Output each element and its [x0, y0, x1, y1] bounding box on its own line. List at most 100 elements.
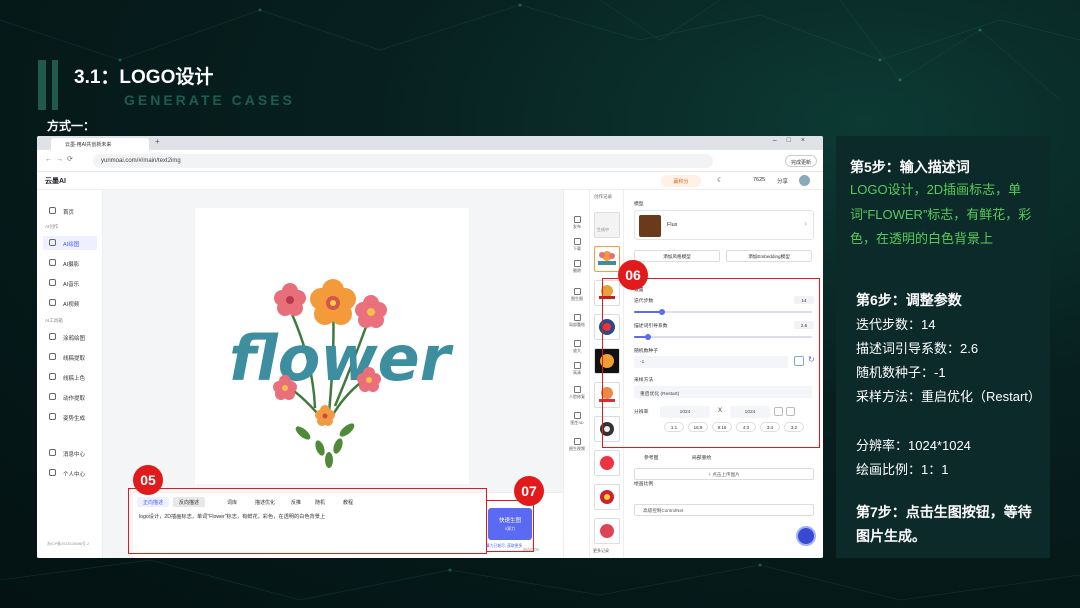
highlight-settings-box [602, 278, 820, 448]
flower-wordmark: flower [229, 322, 454, 395]
share-button[interactable]: 分享 [777, 177, 788, 185]
url-field[interactable]: yunmoai.com/#/main/text2img [93, 154, 713, 168]
app-logo[interactable]: 云墨AI [45, 176, 66, 186]
slide: 3.1：LOGO设计 GENERATE CASES 方式一： 云墨-用AI共创新… [0, 0, 1080, 608]
reference-tab[interactable]: 局部重绘 [692, 454, 711, 461]
sidebar-item-label: 首页 [63, 210, 75, 216]
avatar[interactable] [799, 175, 810, 186]
tool-inpaint[interactable]: 局部重绘 [566, 314, 588, 328]
sidebar-item-label: AI视频 [63, 302, 80, 308]
model-heading: 模型 [634, 202, 644, 207]
logo-thumb-icon [600, 490, 614, 504]
ratio-label: 绘画比例 [634, 482, 654, 487]
sidebar-item-label: 个人中心 [63, 472, 86, 478]
sidebar-item-label: AI音乐 [63, 282, 80, 288]
sidebar-item-lineart[interactable]: 线稿提取 [43, 350, 97, 364]
slide-subtitle: GENERATE CASES [124, 92, 295, 108]
tool-publish[interactable]: 发布 [566, 216, 588, 230]
step6-line: 迭代步数：14 [856, 317, 936, 332]
history-thumb[interactable] [594, 450, 620, 476]
trash-icon [573, 260, 581, 267]
doodle-icon [49, 333, 56, 340]
moon-icon[interactable]: ☾ [717, 176, 723, 184]
tool-label: 图生视频 [569, 446, 585, 451]
vip-badge[interactable]: 赢积分 [661, 175, 701, 187]
tool-img3d[interactable]: 图生3D [566, 412, 588, 426]
step5-title: 第5步：输入描述词 [850, 159, 970, 175]
step5-text: LOGO设计，2D插画标志，单词“FLOWER”标志，有鲜花，彩色，在透明的白色… [850, 182, 1032, 246]
step6-line: 随机数种子：-1 [856, 365, 946, 380]
model-thumb [639, 215, 661, 237]
sidebar-item-ai-drawing[interactable]: AI绘图 [43, 236, 97, 250]
nav-arrows-icon[interactable]: ←→⟳ [45, 155, 77, 163]
sidebar-item-label: 涂鸦绘图 [63, 336, 86, 342]
tool-upscale[interactable]: 放大 [566, 340, 588, 354]
cube-icon [573, 412, 581, 419]
pose-icon [49, 413, 56, 420]
sidebar-item-ai-photo[interactable]: AI摄影 [43, 256, 97, 270]
brush-icon [49, 239, 56, 246]
sidebar-item-pose[interactable]: 姿势生成 [43, 410, 97, 424]
generated-image[interactable]: flower [195, 208, 469, 484]
zoom-icon [573, 340, 581, 347]
sidebar-item-ai-music[interactable]: AI音乐 [43, 276, 97, 290]
sidebar: 首页 AI创作 AI绘图 AI摄影 AI音乐 AI视频 AI工具箱 涂鸦绘图 线… [37, 190, 103, 558]
model-card[interactable]: Flux › [634, 210, 814, 240]
motion-icon [49, 393, 56, 400]
tool-hd[interactable]: 高清 [566, 362, 588, 376]
history-thumb-current[interactable] [594, 246, 620, 272]
tool-img2img[interactable]: 图生图 [566, 288, 588, 302]
tool-delete[interactable]: 删除 [566, 260, 588, 274]
points-count: 7625 [753, 177, 766, 183]
method-label: 方式一： [47, 119, 96, 133]
step6-line: 描述词引导系数：2.6 [856, 341, 979, 356]
paint-bucket-icon [49, 373, 56, 380]
sidebar-item-profile[interactable]: 个人中心 [43, 466, 97, 480]
video-icon [49, 299, 56, 306]
history-thumb[interactable] [594, 484, 620, 510]
history-thumb-pending[interactable]: 生成中 [594, 212, 620, 238]
window-controls[interactable]: –□× [773, 137, 815, 144]
tool-face-fix[interactable]: 人脸修复 [566, 386, 588, 400]
marker-05: 05 [133, 465, 163, 495]
pink-flower-left [274, 283, 306, 316]
sidebar-item-messages[interactable]: 消息中心 [43, 446, 97, 460]
controlnet-button[interactable]: 高级控制ControlNet [634, 504, 814, 516]
add-embedding-button[interactable]: 添加Embedding模型 [726, 250, 812, 262]
update-button[interactable]: 完成更新 [785, 155, 817, 167]
lineart-icon [49, 353, 56, 360]
sidebar-item-ai-video[interactable]: AI视频 [43, 296, 97, 310]
leaves [295, 423, 355, 468]
assistant-icon[interactable] [796, 526, 816, 546]
sidebar-item-doodle[interactable]: 涂鸦绘图 [43, 330, 97, 344]
title-accent-bar-2 [52, 60, 58, 110]
step6-line: 绘画比例：1：1 [856, 462, 949, 477]
sidebar-item-home[interactable]: 首页 [43, 204, 97, 218]
tool-label: 人脸修复 [569, 394, 585, 399]
marker-07: 07 [514, 476, 544, 506]
sidebar-item-label: 线稿上色 [63, 376, 86, 382]
sidebar-item-colorize[interactable]: 线稿上色 [43, 370, 97, 384]
step6-line: 采样方法：重启优化（Restart） [856, 389, 1041, 404]
history-more-link[interactable]: 更多记录 [593, 548, 609, 554]
sidebar-item-motion[interactable]: 动作提取 [43, 390, 97, 404]
chevron-right-icon: › [804, 219, 807, 228]
step6-title: 第6步：调整参数 [856, 292, 962, 308]
tool-label: 图生3D [570, 420, 584, 425]
history-thumb[interactable] [594, 518, 620, 544]
ref-image-tab[interactable]: 参考图 [644, 454, 658, 461]
tool-label: 删除 [573, 268, 581, 273]
sidebar-item-label: 线稿提取 [63, 356, 86, 362]
home-icon [49, 207, 56, 214]
tool-img2video[interactable]: 图生视频 [566, 438, 588, 452]
center-flower [315, 405, 335, 426]
new-tab-icon[interactable]: + [155, 137, 160, 146]
upload-image-button[interactable]: + 点击上传图片 [634, 468, 814, 480]
add-style-model-button[interactable]: 添加风格模型 [634, 250, 720, 262]
orange-flower [310, 279, 356, 325]
sidebar-item-label: 消息中心 [63, 452, 86, 458]
browser-tab[interactable]: 云墨-用AI共创新未来 [51, 138, 149, 150]
step7-title: 第7步：点击生图按钮，等待图片生成。 [856, 504, 1032, 544]
bell-icon [49, 449, 56, 456]
tool-download[interactable]: 下载 [566, 238, 588, 252]
